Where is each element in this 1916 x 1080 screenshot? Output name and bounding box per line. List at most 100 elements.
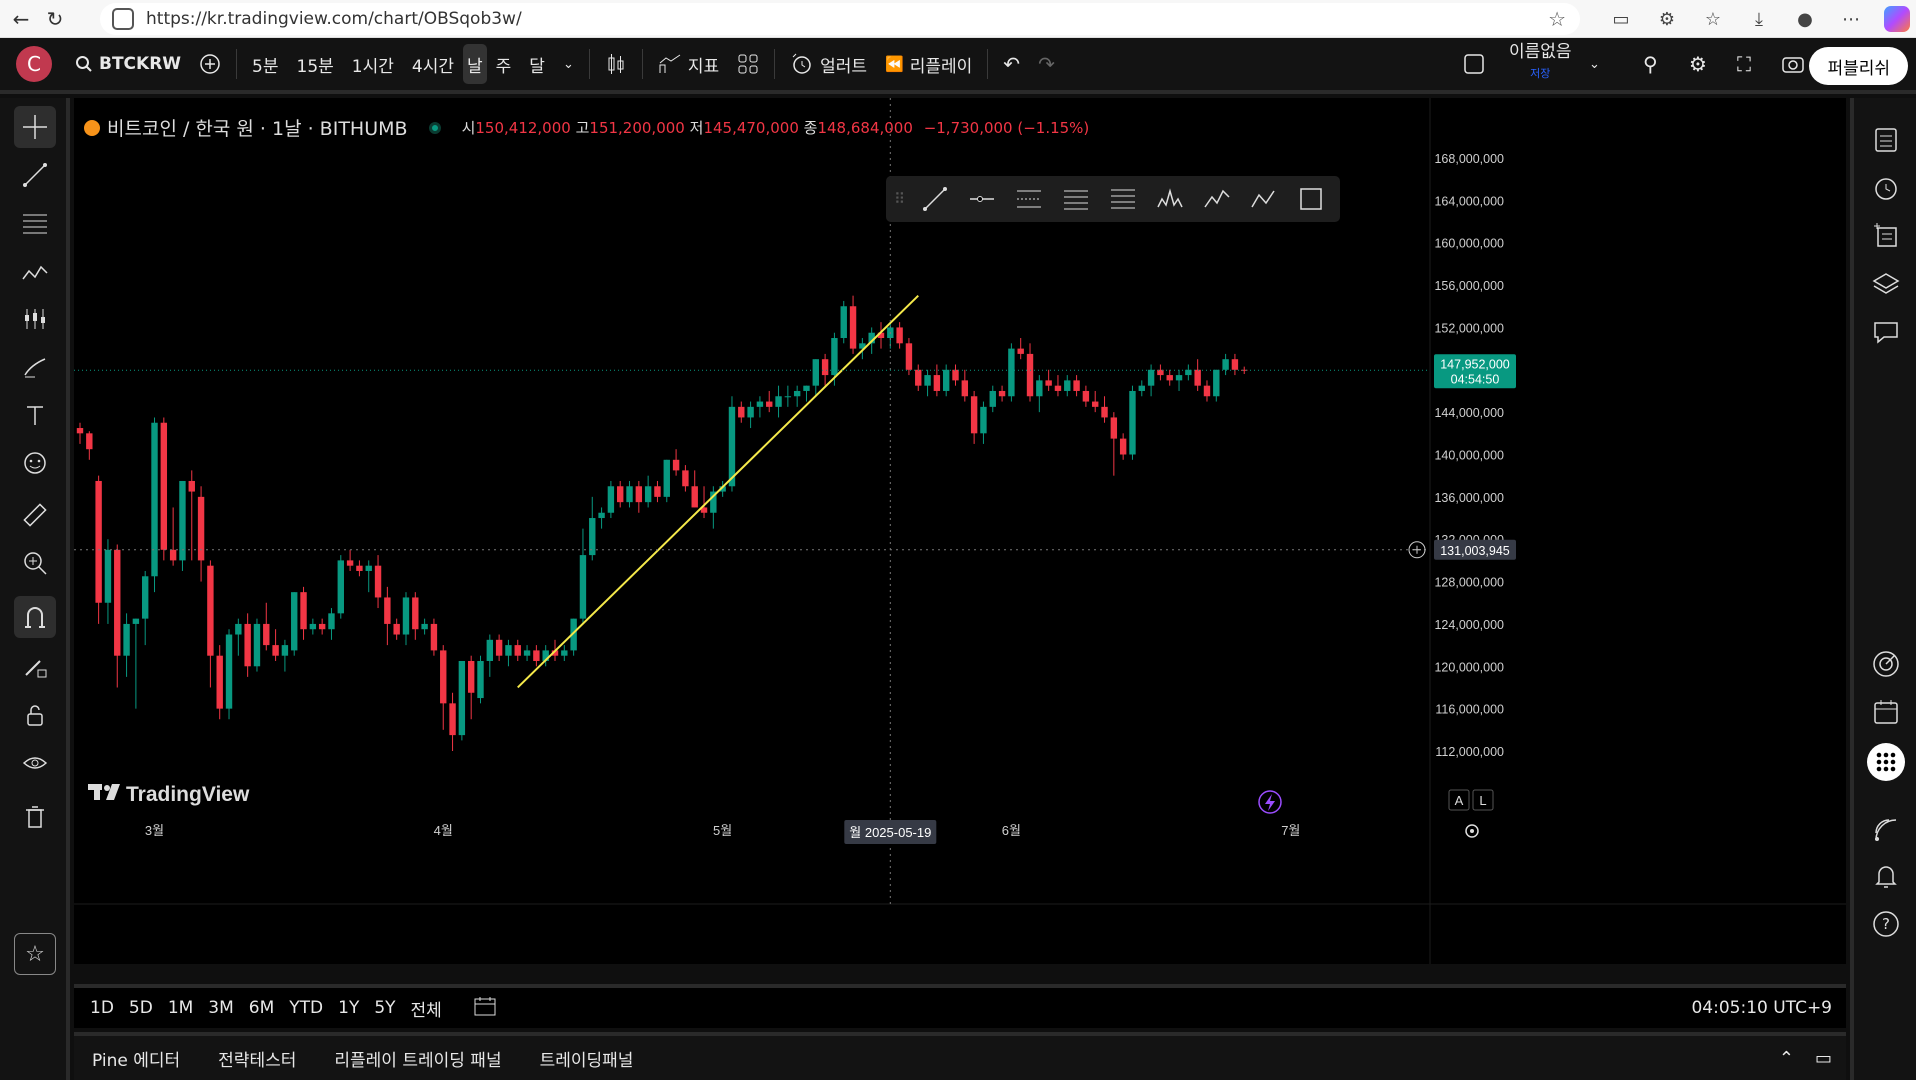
trendline-button[interactable] bbox=[913, 180, 957, 218]
settings-button[interactable]: ⚙ bbox=[1680, 44, 1716, 84]
range-5y[interactable]: 5Y bbox=[374, 998, 395, 1018]
ideas-stream-button[interactable] bbox=[1864, 642, 1908, 686]
log-scale-button[interactable]: L bbox=[1472, 789, 1494, 811]
abcd-pattern-button[interactable] bbox=[1242, 180, 1286, 218]
interval-week[interactable]: 주 bbox=[487, 44, 521, 84]
undo-button[interactable]: ↶ bbox=[994, 44, 1029, 84]
tab-replay-trading[interactable]: 리플레이 트레이딩 패널 bbox=[334, 1046, 501, 1071]
tab-search-icon[interactable]: ▭ bbox=[1602, 4, 1640, 34]
avatar[interactable]: C bbox=[16, 46, 52, 82]
refresh-icon[interactable]: ↻ bbox=[38, 4, 72, 34]
interval-1h[interactable]: 1시간 bbox=[343, 44, 403, 84]
measure-tool[interactable] bbox=[14, 494, 56, 536]
layouts-button[interactable] bbox=[728, 44, 768, 84]
elliott-wave-button[interactable] bbox=[1195, 180, 1239, 218]
alerts-panel-button[interactable] bbox=[1864, 166, 1908, 210]
symbol-search[interactable]: BTCKRW bbox=[66, 44, 190, 84]
layers-button[interactable] bbox=[1864, 262, 1908, 306]
trendline-tool[interactable] bbox=[14, 154, 56, 196]
object-tree-button[interactable] bbox=[1864, 214, 1908, 258]
interval-day[interactable]: 날 bbox=[463, 44, 487, 84]
replay-button[interactable]: ⏪ 리플레이 bbox=[876, 44, 981, 84]
rectangle-button[interactable] bbox=[1289, 180, 1333, 218]
range-6m[interactable]: 6M bbox=[249, 998, 274, 1018]
products-button[interactable] bbox=[1864, 740, 1908, 784]
interval-5m[interactable]: 5분 bbox=[243, 44, 287, 84]
back-icon[interactable]: ← bbox=[4, 4, 38, 34]
favorites-toolbar-button[interactable]: ☆ bbox=[14, 933, 56, 975]
tab-strategy-tester[interactable]: 전략테스터 bbox=[218, 1046, 296, 1071]
clock-timezone[interactable]: 04:05:10 UTC+9 bbox=[1691, 998, 1832, 1018]
range-1y[interactable]: 1Y bbox=[338, 998, 359, 1018]
magnet-tool[interactable] bbox=[14, 596, 56, 638]
range-1m[interactable]: 1M bbox=[168, 998, 193, 1018]
range-all[interactable]: 전체 bbox=[411, 996, 442, 1021]
chart-settings-icon[interactable] bbox=[1465, 824, 1479, 838]
compare-button[interactable] bbox=[190, 44, 230, 84]
calendar-icon[interactable] bbox=[473, 995, 497, 1022]
chats-button[interactable] bbox=[1864, 310, 1908, 354]
market-status-icon[interactable] bbox=[428, 121, 441, 134]
calendar-button[interactable] bbox=[1864, 690, 1908, 734]
copilot-icon[interactable] bbox=[1878, 4, 1916, 34]
favorites-icon[interactable]: ☆ bbox=[1694, 4, 1732, 34]
forecast-tool[interactable] bbox=[14, 298, 56, 340]
add-alert-icon[interactable] bbox=[1408, 541, 1426, 559]
range-1d[interactable]: 1D bbox=[90, 998, 114, 1018]
fib-tool[interactable] bbox=[14, 202, 56, 244]
fullscreen-button[interactable]: ⛶ bbox=[1728, 44, 1760, 84]
remove-drawings-tool[interactable] bbox=[14, 796, 56, 838]
layout-name-button[interactable]: 이름없음 저장 bbox=[1500, 43, 1581, 84]
collapse-panel-icon[interactable]: ⌃ bbox=[1779, 1048, 1794, 1069]
chart-type-button[interactable] bbox=[596, 44, 636, 84]
lock-all-tool[interactable] bbox=[14, 694, 56, 736]
chevron-down-icon[interactable]: ⌄ bbox=[554, 44, 583, 84]
address-bar[interactable]: https://kr.tradingview.com/chart/OBSqob3… bbox=[100, 3, 1580, 35]
symbol-title[interactable]: 비트코인 / 한국 원 · 1날 · BITHUMB bbox=[107, 114, 408, 141]
lightning-icon[interactable] bbox=[1258, 790, 1282, 814]
url-text[interactable]: https://kr.tradingview.com/chart/OBSqob3… bbox=[146, 9, 522, 29]
horizontal-ray-button[interactable] bbox=[960, 180, 1004, 218]
pattern-tool[interactable] bbox=[14, 250, 56, 292]
regression-channel-button[interactable] bbox=[1054, 180, 1098, 218]
range-ytd[interactable]: YTD bbox=[289, 998, 323, 1018]
interval-4h[interactable]: 4시간 bbox=[403, 44, 463, 84]
brush-tool[interactable] bbox=[14, 346, 56, 388]
alerts-button[interactable]: 얼러트 bbox=[781, 44, 876, 84]
multi-chart-button[interactable] bbox=[1454, 44, 1494, 84]
redo-button[interactable]: ↷ bbox=[1029, 44, 1064, 84]
site-info-icon[interactable] bbox=[112, 8, 134, 30]
lock-drawing-tool[interactable] bbox=[14, 646, 56, 688]
favorite-star-icon[interactable]: ☆ bbox=[1548, 7, 1566, 31]
auto-scale-button[interactable]: A bbox=[1448, 789, 1470, 811]
range-5d[interactable]: 5D bbox=[129, 998, 153, 1018]
drag-handle-icon[interactable]: ⠿ bbox=[894, 190, 910, 208]
interval-month[interactable]: 달 bbox=[520, 44, 554, 84]
publish-button[interactable]: 퍼블리쉬 bbox=[1809, 47, 1908, 85]
notifications-button[interactable] bbox=[1864, 854, 1908, 898]
tab-trading-panel[interactable]: 트레이딩패널 bbox=[540, 1046, 634, 1071]
hide-drawings-tool[interactable] bbox=[14, 742, 56, 784]
zoom-tool[interactable] bbox=[14, 542, 56, 584]
range-3m[interactable]: 3M bbox=[208, 998, 233, 1018]
head-shoulders-button[interactable] bbox=[1148, 180, 1192, 218]
watchlist-button[interactable] bbox=[1864, 118, 1908, 162]
interval-15m[interactable]: 15분 bbox=[288, 44, 343, 84]
emoji-tool[interactable] bbox=[14, 442, 56, 484]
extensions-icon[interactable]: ⚙ bbox=[1648, 4, 1686, 34]
more-icon[interactable]: ⋯ bbox=[1832, 4, 1870, 34]
chevron-down-icon[interactable]: ⌄ bbox=[1580, 44, 1609, 84]
price-chart[interactable]: 168,000,000 164,000,000 160,000,000 156,000… bbox=[74, 98, 1846, 964]
text-tool[interactable] bbox=[14, 394, 56, 436]
crosshair-tool[interactable] bbox=[14, 106, 56, 148]
profile-icon[interactable]: ● bbox=[1786, 4, 1824, 34]
help-button[interactable]: ? bbox=[1864, 902, 1908, 946]
maximize-panel-icon[interactable]: ▭ bbox=[1815, 1048, 1832, 1069]
indicators-button[interactable]: 지표 bbox=[649, 44, 728, 84]
fib-retracement-button[interactable] bbox=[1101, 180, 1145, 218]
tab-pine-editor[interactable]: Pine 에디터 bbox=[92, 1046, 180, 1071]
screenshot-button[interactable] bbox=[1772, 44, 1814, 84]
downloads-icon[interactable]: ⤓ bbox=[1740, 4, 1778, 34]
chart-pane[interactable]: 168,000,000 164,000,000 160,000,000 156,000… bbox=[74, 98, 1846, 964]
parallel-channel-button[interactable] bbox=[1007, 180, 1051, 218]
